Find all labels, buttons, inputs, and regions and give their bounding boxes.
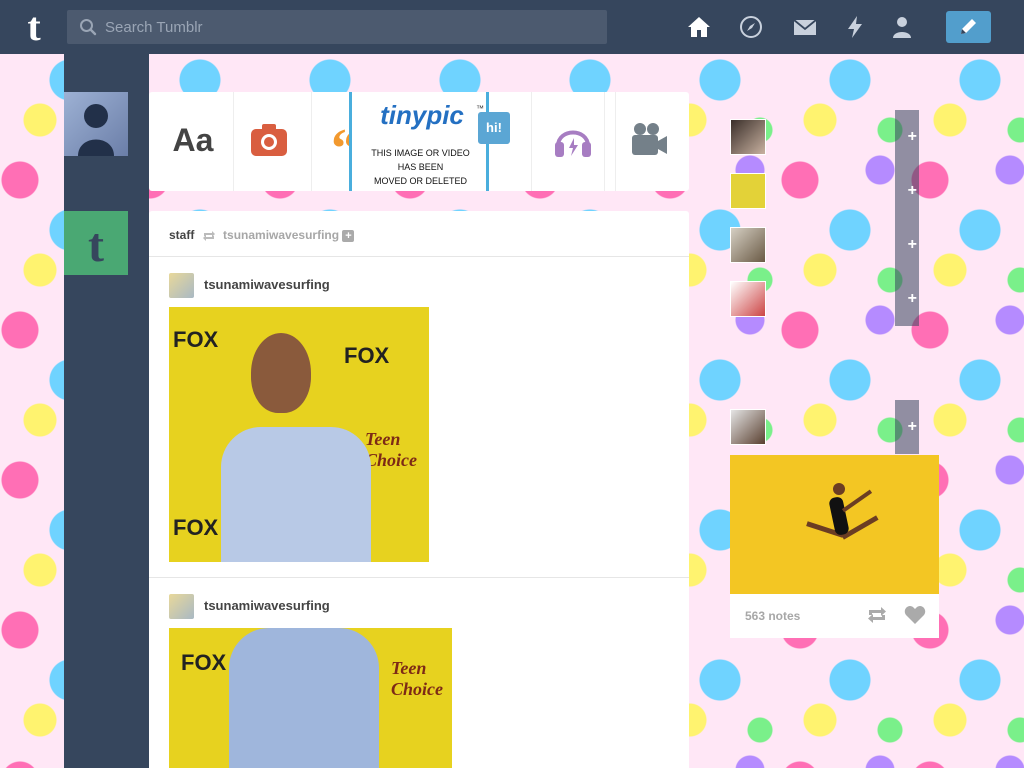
reblog-icon: [202, 230, 215, 241]
post-type-photo[interactable]: [239, 110, 299, 170]
camera-icon: [251, 124, 287, 156]
account-icon[interactable]: [890, 15, 914, 39]
avatar[interactable]: [169, 594, 194, 619]
photo-text-teen-choice: Teen Choice: [365, 429, 417, 470]
reblogger-name[interactable]: staff: [169, 228, 194, 242]
radar-photo[interactable]: [730, 455, 939, 594]
reblog-icon[interactable]: [866, 606, 888, 624]
follow-button[interactable]: +: [895, 218, 919, 272]
recommended-blog-avatar[interactable]: [730, 173, 766, 209]
post-photo[interactable]: FOX FOX FOX Teen Choice: [169, 307, 429, 562]
post-type-text[interactable]: Aa: [163, 110, 223, 170]
recommended-blog-avatar[interactable]: [730, 409, 766, 445]
photo-text-fox: FOX: [173, 327, 219, 352]
tumblr-t-icon: t: [88, 219, 104, 272]
text-post-label: Aa: [172, 122, 214, 158]
video-camera-icon: [632, 123, 667, 155]
tinypic-message-line: THIS IMAGE OR VIDEO: [371, 148, 470, 158]
pencil-icon: [961, 19, 976, 34]
top-navigation-bar: t: [0, 0, 1024, 54]
entry-username[interactable]: tsunamiwavesurfing: [204, 277, 330, 293]
entry-username[interactable]: tsunamiwavesurfing: [204, 598, 330, 614]
divider: [311, 92, 312, 191]
search-input[interactable]: [105, 10, 595, 44]
dashboard-post: staff tsunamiwavesurfing + tsunamiwavesu…: [149, 211, 689, 768]
heart-icon[interactable]: [904, 605, 926, 625]
home-icon[interactable]: [687, 15, 711, 39]
reblog-entry: tsunamiwavesurfing FOX FOX FOX Teen Choi…: [149, 257, 689, 578]
person-body: [229, 628, 379, 768]
dancer-arm: [841, 489, 873, 513]
photo-text-fox: FOX: [344, 343, 390, 368]
staff-avatar[interactable]: t: [64, 211, 128, 275]
activity-icon[interactable]: [843, 15, 867, 39]
radar-footer: 563 notes: [730, 594, 939, 638]
broken-embed-tinypic: tinypic ™ THIS IMAGE OR VIDEO HAS BEEN M…: [349, 92, 489, 191]
user-avatar[interactable]: [64, 92, 128, 156]
photo-text-fox: FOX: [173, 515, 219, 540]
dashboard-left-rail: [64, 54, 149, 768]
post-photo[interactable]: FOX Teen Choice: [169, 628, 452, 768]
post-type-chat[interactable]: hi!: [478, 112, 510, 144]
tinypic-message-line: HAS BEEN: [397, 162, 444, 172]
divider: [531, 92, 532, 191]
reblog-entry: tsunamiwavesurfing FOX Teen Choice: [149, 578, 689, 768]
photo-text-fox: FOX: [181, 650, 227, 675]
chat-label: hi!: [486, 120, 502, 135]
recommended-blog-avatar[interactable]: [730, 281, 766, 317]
compose-button[interactable]: [946, 11, 991, 43]
follow-plus-button[interactable]: +: [342, 229, 355, 242]
post-type-audio[interactable]: [543, 110, 603, 170]
post-header: staff tsunamiwavesurfing +: [149, 211, 689, 257]
person-head: [251, 333, 311, 413]
follow-button[interactable]: +: [895, 400, 919, 454]
search-box[interactable]: [67, 10, 607, 44]
follow-button[interactable]: +: [895, 164, 919, 218]
person-body: [221, 427, 371, 562]
post-type-video[interactable]: [619, 110, 679, 170]
explore-icon[interactable]: [739, 15, 763, 39]
tinypic-message-line: MOVED OR DELETED: [373, 176, 467, 186]
notes-count[interactable]: 563 notes: [745, 608, 800, 624]
follow-button[interactable]: +: [895, 272, 919, 326]
follow-button[interactable]: +: [895, 110, 919, 164]
tinypic-logo: tinypic: [380, 100, 464, 130]
avatar[interactable]: [169, 273, 194, 298]
reblog-source-name[interactable]: tsunamiwavesurfing: [223, 228, 339, 242]
tumblr-logo[interactable]: t: [17, 7, 51, 47]
radar-post: 563 notes: [730, 455, 939, 638]
dancer-head: [833, 483, 845, 495]
svg-text:t: t: [88, 219, 104, 272]
divider: [233, 92, 234, 191]
search-icon: [80, 19, 97, 36]
photo-text-teen-choice: Teen Choice: [391, 658, 443, 699]
user-silhouette-icon: [78, 104, 114, 156]
recommended-blog-avatar[interactable]: [730, 227, 766, 263]
tinypic-message: THIS IMAGE OR VIDEO HAS BEEN MOVED OR DE…: [358, 146, 483, 188]
recommended-blog-avatar[interactable]: [730, 119, 766, 155]
headphones-icon: [555, 130, 591, 157]
inbox-icon[interactable]: [793, 15, 817, 39]
divider: [615, 92, 616, 191]
divider: [604, 92, 605, 191]
